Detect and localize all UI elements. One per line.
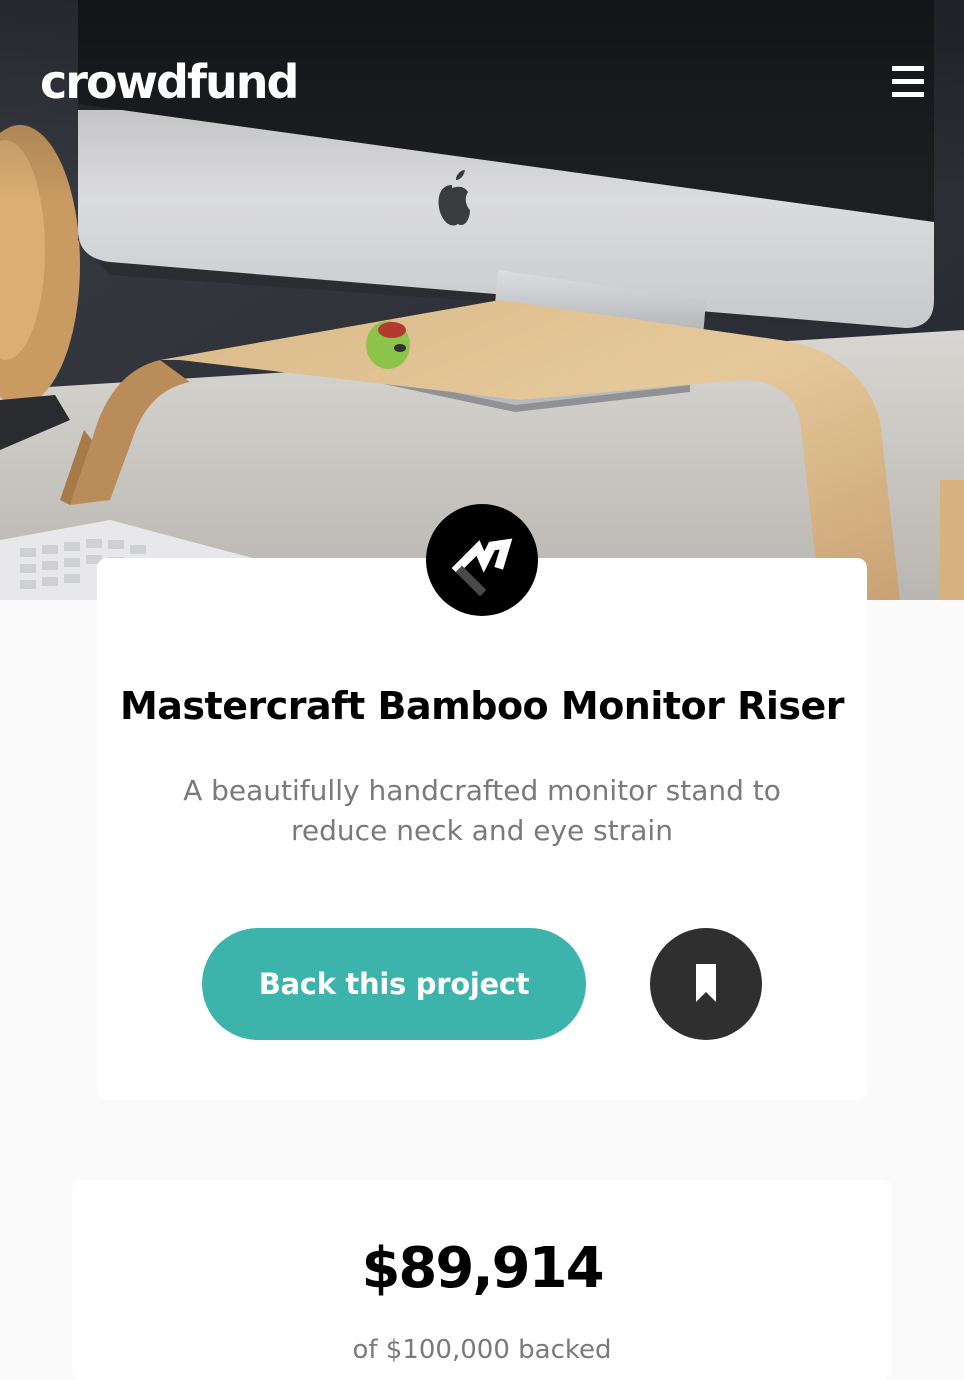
hamburger-menu-icon[interactable] [886, 64, 928, 100]
amount-backed: $89,914 [361, 1236, 604, 1301]
back-project-button[interactable]: Back this project [202, 928, 586, 1040]
bookmark-icon [696, 964, 716, 1002]
mastercraft-logo-icon [426, 504, 538, 616]
bookmark-button[interactable] [650, 928, 762, 1040]
amount-backed-caption: of $100,000 backed [352, 1335, 612, 1365]
crowdfund-logo[interactable]: crowdfund [40, 52, 299, 112]
top-navigation: crowdfund [0, 0, 964, 160]
project-description: A beautifully handcrafted monitor stand … [183, 774, 781, 847]
project-title: Mastercraft Bamboo Monitor Riser [119, 684, 845, 728]
